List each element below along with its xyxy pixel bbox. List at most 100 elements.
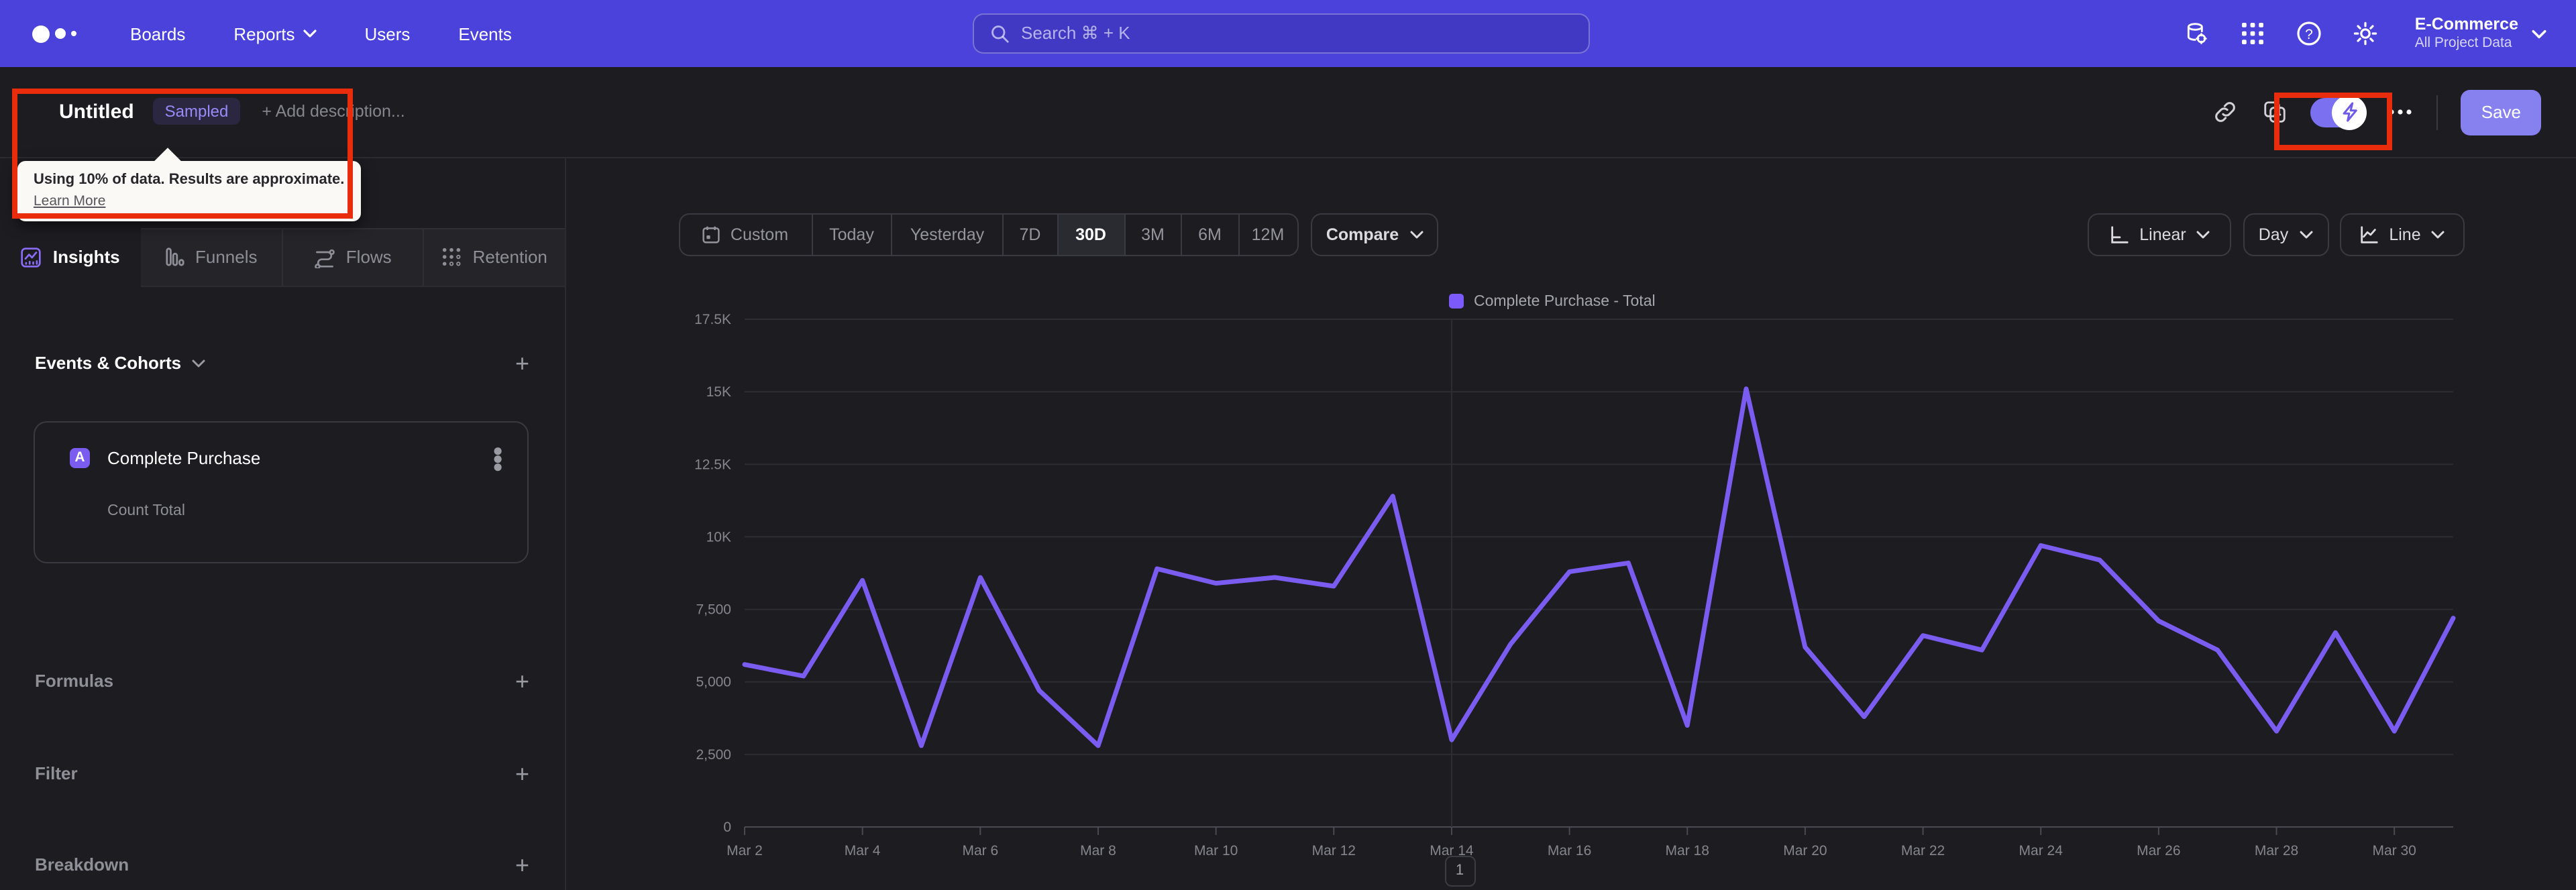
project-name: E-Commerce xyxy=(2414,15,2518,34)
copy-icon[interactable] xyxy=(2261,99,2288,126)
link-icon[interactable] xyxy=(2212,99,2239,126)
chevron-down-icon xyxy=(192,359,205,367)
svg-text:5,000: 5,000 xyxy=(695,674,731,689)
svg-text:?: ? xyxy=(2305,27,2313,42)
settings-gear-icon[interactable] xyxy=(2351,19,2380,48)
help-icon[interactable]: ? xyxy=(2294,19,2324,48)
tab-funnels[interactable]: Funnels xyxy=(140,227,281,285)
nav-item-label: Boards xyxy=(130,23,186,44)
page-body: Insights Funnels Flows Retention Events … xyxy=(0,158,2576,890)
svg-text:2,500: 2,500 xyxy=(695,746,731,762)
svg-text:Mar 10: Mar 10 xyxy=(1193,842,1237,858)
breakdown-label: Breakdown xyxy=(35,854,129,875)
nav-right-cluster: ? E-Commerce All Project Data xyxy=(2182,0,2546,67)
svg-text:Mar 22: Mar 22 xyxy=(1900,842,1944,858)
tab-insights[interactable]: Insights xyxy=(0,227,141,286)
svg-text:0: 0 xyxy=(722,819,731,834)
chevron-down-icon xyxy=(303,30,317,38)
flows-icon xyxy=(314,248,335,268)
tab-label: Flows xyxy=(345,247,392,267)
event-metric[interactable]: Count Total xyxy=(107,502,185,518)
add-description[interactable]: + Add description... xyxy=(262,103,405,121)
search-icon xyxy=(991,25,1009,43)
svg-text:Mar 18: Mar 18 xyxy=(1665,842,1709,858)
nav-item-label: Users xyxy=(364,23,411,44)
svg-text:7,500: 7,500 xyxy=(695,602,731,617)
svg-text:Mar 8: Mar 8 xyxy=(1079,842,1116,858)
tab-label: Funnels xyxy=(195,247,258,267)
insights-icon xyxy=(21,247,42,267)
event-name[interactable]: Complete Purchase xyxy=(107,447,260,467)
svg-text:Mar 16: Mar 16 xyxy=(1547,842,1591,858)
add-filter-button[interactable]: + xyxy=(515,761,529,785)
svg-text:Mar 20: Mar 20 xyxy=(1782,842,1826,858)
svg-text:10K: 10K xyxy=(706,529,731,544)
search-input[interactable]: Search ⌘ + K xyxy=(973,13,1590,54)
nav-item-reports[interactable]: Reports xyxy=(233,23,317,44)
nav-item-label: Events xyxy=(458,23,512,44)
add-formula-button[interactable]: + xyxy=(515,669,529,693)
nav-item-boards[interactable]: Boards xyxy=(130,23,185,44)
filter-label: Filter xyxy=(35,763,78,783)
toolbar-actions: Save xyxy=(2212,67,2541,158)
svg-text:12.5K: 12.5K xyxy=(694,456,731,471)
tab-label: Insights xyxy=(52,247,120,267)
mixpanel-logo-icon[interactable] xyxy=(32,25,76,42)
retention-icon xyxy=(443,247,462,266)
event-menu-icon[interactable]: ● ● ● xyxy=(492,441,503,474)
svg-text:Mar 6: Mar 6 xyxy=(961,842,998,858)
main-menu: Boards Reports Users Events xyxy=(130,23,512,44)
add-event-button[interactable]: + xyxy=(515,351,529,375)
tab-label: Retention xyxy=(472,247,547,267)
learn-more-link[interactable]: Learn More xyxy=(34,193,344,209)
sampling-tooltip: Using 10% of data. Results are approxima… xyxy=(17,161,361,221)
filter-section: Filter + xyxy=(35,756,529,791)
chart-panel: Custom Today Yesterday 7D 30D 3M 6M 12M … xyxy=(566,158,2576,890)
tab-retention[interactable]: Retention xyxy=(423,227,565,285)
svg-text:Mar 4: Mar 4 xyxy=(844,842,880,858)
svg-text:Mar 30: Mar 30 xyxy=(2371,842,2415,858)
tab-flows[interactable]: Flows xyxy=(281,227,423,285)
funnels-icon xyxy=(165,247,184,266)
events-cohorts-header: Events & Cohorts + xyxy=(35,345,529,380)
svg-text:Mar 24: Mar 24 xyxy=(2019,842,2063,858)
line-chart[interactable]: 0 2,500 5,000 7,500 10K 12.5K 15K 17.5K Mar 2 Mar… xyxy=(566,158,2576,890)
events-cohorts-label[interactable]: Events & Cohorts xyxy=(35,353,205,373)
top-nav: Boards Reports Users Events Search ⌘ + K xyxy=(0,0,2576,67)
sampled-badge[interactable]: Sampled xyxy=(152,98,241,125)
more-ellipsis-icon[interactable] xyxy=(2387,99,2414,126)
data-management-icon[interactable] xyxy=(2182,19,2211,48)
lightning-bolt-icon xyxy=(2343,103,2357,122)
chevron-down-icon xyxy=(2532,29,2546,38)
formulas-section: Formulas + xyxy=(35,663,529,698)
svg-text:Mar 28: Mar 28 xyxy=(2254,842,2298,858)
divider xyxy=(2436,95,2438,130)
svg-text:Mar 2: Mar 2 xyxy=(726,842,762,858)
apps-grid-icon[interactable] xyxy=(2238,19,2267,48)
breakdown-section: Breakdown + xyxy=(35,847,529,882)
toggle-knob xyxy=(2332,95,2367,130)
report-toolbar: Untitled Sampled + Add description... Sa… xyxy=(0,67,2576,158)
search-placeholder: Search ⌘ + K xyxy=(1021,23,1130,43)
report-title[interactable]: Untitled xyxy=(59,101,134,123)
app-window: Boards Reports Users Events Search ⌘ + K xyxy=(0,0,2576,890)
pagination-page-1[interactable]: 1 xyxy=(1444,855,1475,886)
nav-item-label: Reports xyxy=(233,23,295,44)
save-button[interactable]: Save xyxy=(2461,89,2541,135)
report-tabs: Insights Funnels Flows Retention xyxy=(0,227,565,286)
nav-item-events[interactable]: Events xyxy=(458,23,512,44)
event-letter-badge: A xyxy=(70,447,90,467)
formulas-label: Formulas xyxy=(35,671,114,691)
sampling-toggle[interactable] xyxy=(2310,95,2367,130)
svg-text:17.5K: 17.5K xyxy=(694,311,731,327)
project-switcher[interactable]: E-Commerce All Project Data xyxy=(2415,15,2546,52)
svg-text:15K: 15K xyxy=(706,384,731,399)
svg-text:Mar 12: Mar 12 xyxy=(1311,842,1355,858)
nav-item-users[interactable]: Users xyxy=(364,23,410,44)
svg-text:Mar 26: Mar 26 xyxy=(2136,842,2180,858)
query-sidebar: Insights Funnels Flows Retention Events … xyxy=(0,158,566,890)
event-card[interactable]: A Complete Purchase ● ● ● Count Total xyxy=(34,421,529,563)
project-scope: All Project Data xyxy=(2414,35,2512,51)
add-breakdown-button[interactable]: + xyxy=(515,852,529,877)
sampling-tooltip-text: Using 10% of data. Results are approxima… xyxy=(34,172,345,188)
